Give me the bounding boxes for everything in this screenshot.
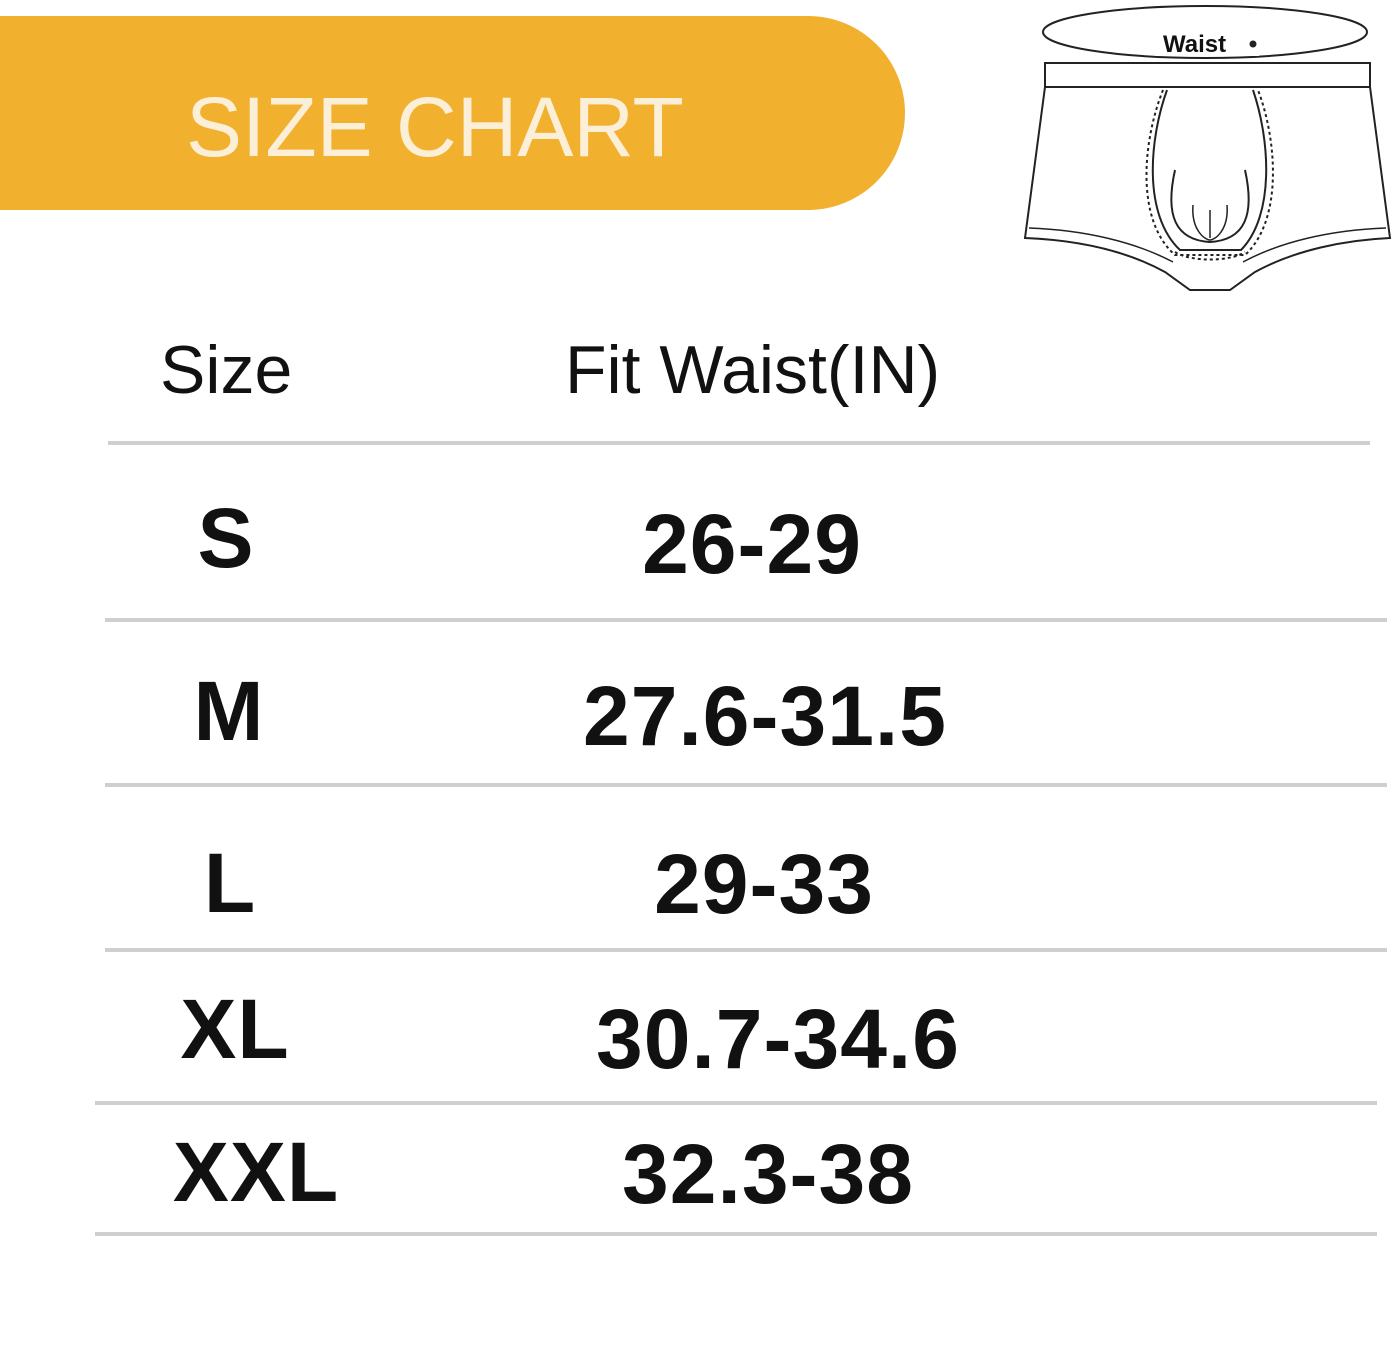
boxer-brief-icon: Waist xyxy=(1023,5,1392,291)
table-divider xyxy=(105,948,1387,952)
table-divider xyxy=(108,441,1370,445)
waist-label: Waist xyxy=(1163,31,1226,58)
column-header-fit-waist: Fit Waist(IN) xyxy=(565,332,941,408)
waist-cell: 30.7-34.6 xyxy=(596,992,960,1086)
size-cell: XXL xyxy=(172,1125,340,1219)
banner-title: SIZE CHART xyxy=(186,80,684,174)
table-divider xyxy=(95,1101,1377,1105)
table-divider xyxy=(105,618,1387,622)
size-cell: XL xyxy=(180,982,290,1076)
waist-cell: 32.3-38 xyxy=(622,1127,914,1221)
table-divider xyxy=(95,1232,1377,1236)
waist-cell: 27.6-31.5 xyxy=(583,669,947,763)
waist-cell: 29-33 xyxy=(654,837,874,931)
boxer-brief-waist-diagram: Waist xyxy=(1015,0,1392,300)
size-chart-banner: SIZE CHART xyxy=(0,16,905,210)
size-cell: S xyxy=(197,491,255,585)
table-divider xyxy=(105,783,1387,787)
waist-cell: 26-29 xyxy=(642,497,862,591)
size-cell: M xyxy=(193,664,265,758)
column-header-size: Size xyxy=(160,332,293,408)
size-cell: L xyxy=(203,836,257,930)
